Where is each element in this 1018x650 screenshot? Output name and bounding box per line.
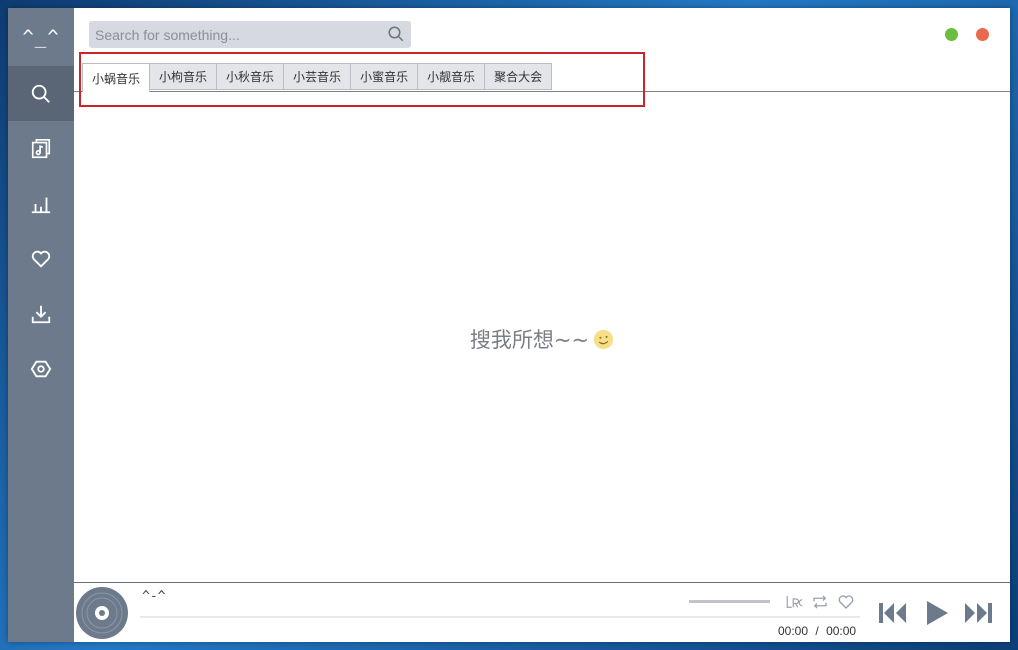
download-icon: [31, 305, 51, 323]
tab-source-3[interactable]: 小秋音乐: [217, 63, 285, 90]
smile-icon: [593, 329, 614, 349]
sidebar-item-charts[interactable]: [8, 176, 74, 231]
sidebar-item-settings[interactable]: [8, 341, 74, 396]
tab-aggregate[interactable]: 聚合大会: [485, 63, 553, 90]
progress-bar[interactable]: [140, 616, 860, 618]
minimize-button[interactable]: [945, 28, 958, 41]
music-list-icon: [31, 138, 51, 158]
search-box: [89, 21, 411, 48]
search-icon: [31, 84, 50, 103]
search-input[interactable]: [89, 21, 379, 48]
time-separator: /: [815, 624, 819, 638]
previous-track-icon[interactable]: [878, 601, 908, 625]
tab-source-5[interactable]: 小蜜音乐: [351, 63, 419, 90]
repeat-icon[interactable]: [811, 593, 829, 611]
empty-state-text: 搜我所想~~: [469, 328, 590, 352]
play-icon[interactable]: [924, 599, 950, 627]
sidebar-item-search[interactable]: [8, 66, 74, 121]
app-logo: ^_^: [22, 26, 60, 48]
search-icon[interactable]: [387, 25, 405, 43]
main-panel: 小蜗音乐 小枸音乐 小秋音乐 小芸音乐 小蜜音乐 小靓音乐 聚合大会 搜我所想~…: [74, 8, 1010, 582]
sidebar-item-downloads[interactable]: [8, 286, 74, 341]
sidebar: ^_^: [8, 8, 74, 642]
tab-source-6[interactable]: 小靓音乐: [418, 63, 486, 90]
disc-icon[interactable]: [75, 586, 129, 640]
close-button[interactable]: [976, 28, 989, 41]
current-time: 00:00: [778, 624, 809, 638]
source-tab-bar: 小蜗音乐 小枸音乐 小秋音乐 小芸音乐 小蜜音乐 小靓音乐 聚合大会: [74, 63, 1010, 92]
track-title: ^-^: [142, 589, 166, 604]
heart-icon: [31, 250, 51, 268]
empty-state: 搜我所想~~: [74, 324, 1010, 354]
total-time: 00:00: [826, 624, 857, 638]
sidebar-item-favorites[interactable]: [8, 231, 74, 286]
tab-source-2[interactable]: 小枸音乐: [150, 63, 218, 90]
tab-source-1[interactable]: 小蜗音乐: [82, 63, 151, 92]
tab-source-4[interactable]: 小芸音乐: [284, 63, 352, 90]
sidebar-item-playlist[interactable]: [8, 121, 74, 176]
heart-outline-icon[interactable]: [837, 593, 855, 611]
next-track-icon[interactable]: [963, 601, 993, 625]
hexagon-settings-icon: [30, 360, 52, 377]
player-bar: ^-^ 00:00 / 00:00: [74, 582, 1010, 642]
lyrics-icon[interactable]: [785, 593, 803, 611]
bar-chart-icon: [31, 197, 51, 213]
time-display: 00:00 / 00:00: [778, 624, 856, 638]
volume-slider[interactable]: [689, 600, 770, 603]
app-window: ^_^ Search for something... 小蜗音乐 小枸音乐 小秋…: [8, 8, 1010, 642]
